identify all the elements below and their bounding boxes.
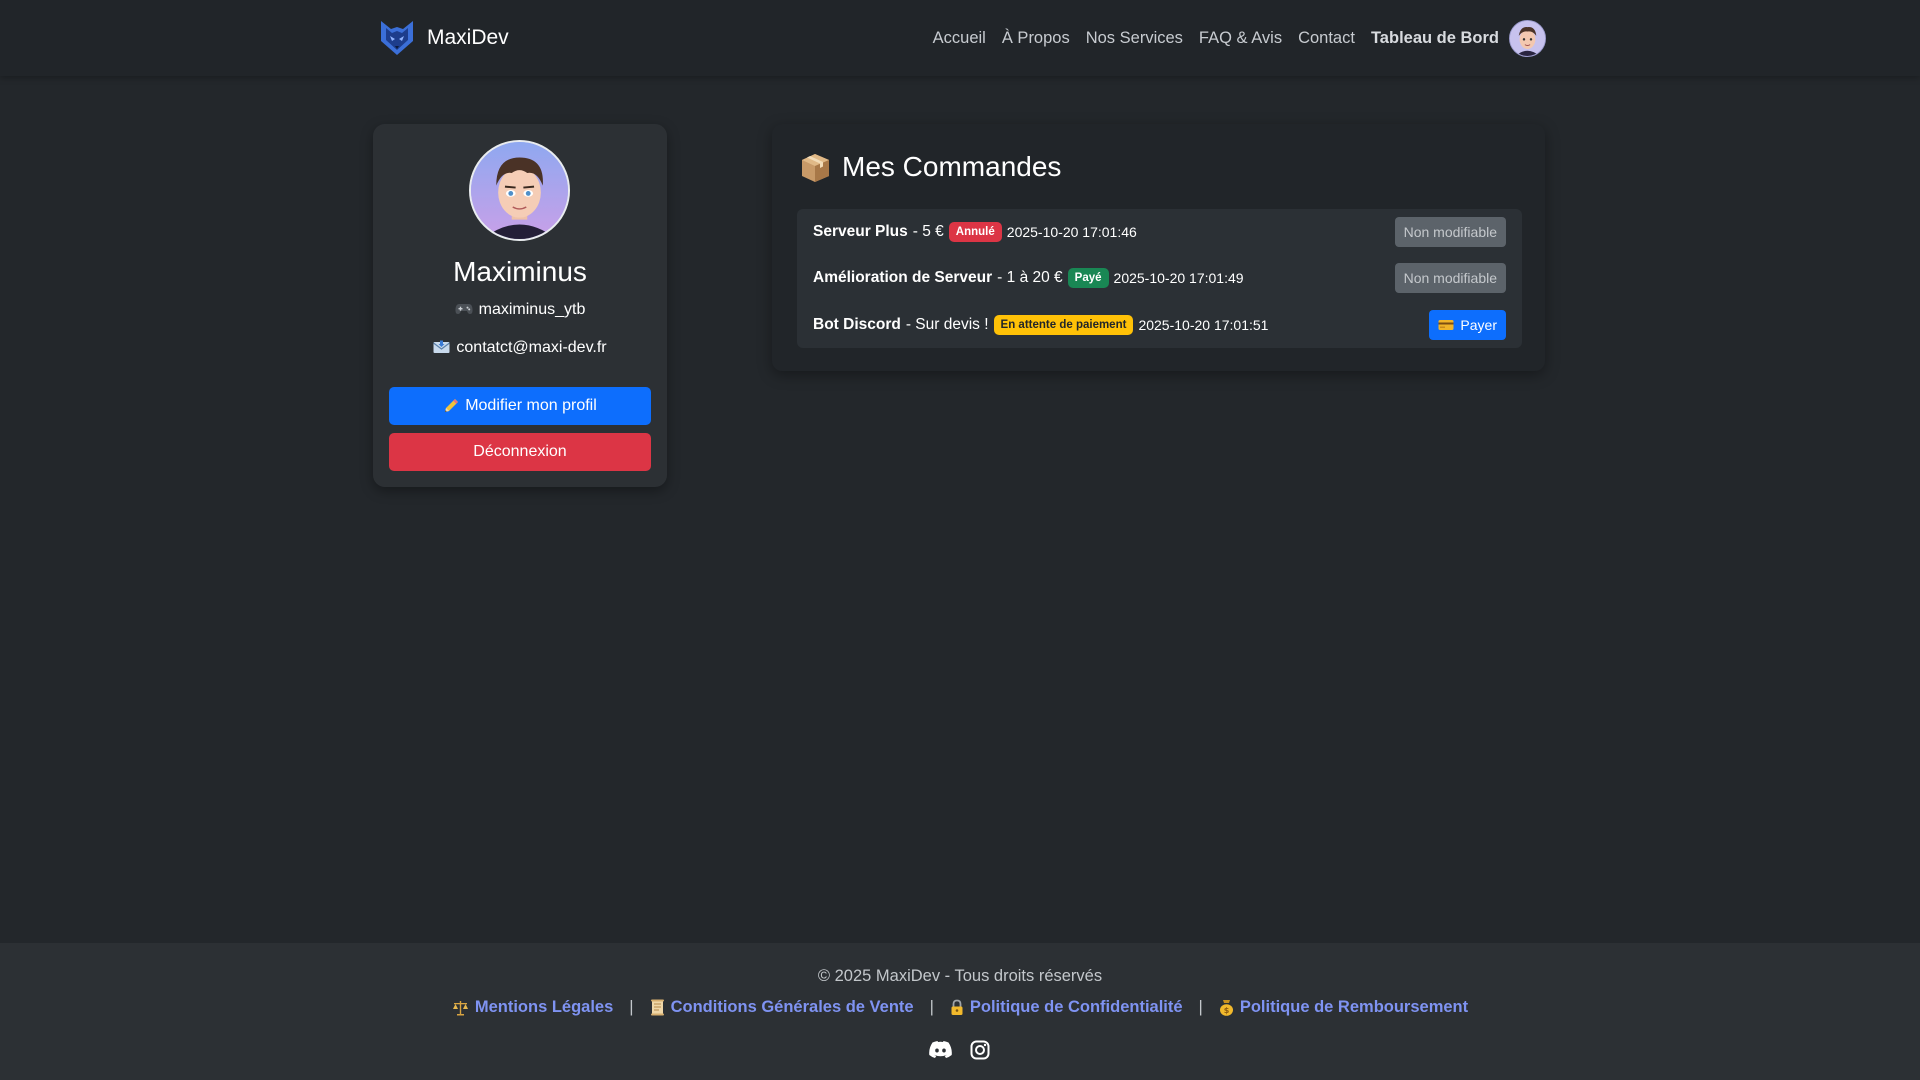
footer-separator: | <box>929 998 934 1016</box>
footer-link-label: Conditions Générales de Vente <box>670 998 914 1016</box>
edit-profile-button[interactable]: Modifier mon profil <box>389 387 651 425</box>
user-avatar-icon <box>1510 20 1545 56</box>
gamepad-icon <box>455 304 473 314</box>
discord-icon[interactable] <box>928 1038 952 1062</box>
status-badge: Payé <box>1067 268 1109 288</box>
profile-avatar <box>469 140 570 241</box>
order-price: - 1 à 20 € <box>997 269 1063 286</box>
nav-link-services[interactable]: Nos Services <box>1086 29 1183 48</box>
status-badge: En attente de paiement <box>993 315 1134 335</box>
nav-link-dashboard[interactable]: Tableau de Bord <box>1371 29 1499 48</box>
profile-card: Maximinus maximinus_ytb contatct@maxi-de… <box>373 124 667 487</box>
footer-link-label: Politique de Confidentialité <box>969 998 1183 1016</box>
user-avatar-icon <box>471 142 568 239</box>
pay-label: Payer <box>1460 317 1497 333</box>
nav-link-contact[interactable]: Contact <box>1298 29 1355 48</box>
pencil-icon <box>445 399 459 412</box>
order-info: Amélioration de Serveur - 1 à 20 € Payé … <box>813 268 1244 288</box>
footer-link-cgv[interactable]: Conditions Générales de Vente <box>650 998 914 1017</box>
scroll-icon <box>650 999 664 1016</box>
order-name: Bot Discord <box>813 316 901 333</box>
lock-icon <box>951 999 963 1015</box>
profile-discord: maximinus_ytb <box>373 301 667 319</box>
order-row: Bot Discord - Sur devis ! En attente de … <box>797 302 1522 348</box>
profile-name: Maximinus <box>453 256 587 287</box>
edit-profile-label: Modifier mon profil <box>465 397 597 414</box>
navbar: MaxiDev Accueil À Propos Nos Services FA… <box>0 0 1920 76</box>
brand-name: MaxiDev <box>427 26 509 49</box>
profile-email: contatct@maxi-dev.fr <box>373 339 667 357</box>
footer-links: Mentions Légales | Conditions Générales … <box>0 998 1920 1017</box>
orders-header: Mes Commandes <box>799 149 1061 185</box>
orders-card: Mes Commandes Serveur Plus - 5 € Annulé … <box>772 124 1545 371</box>
order-date: 2025-10-20 17:01:49 <box>1113 270 1244 286</box>
order-info: Serveur Plus - 5 € Annulé 2025-10-20 17:… <box>813 222 1137 242</box>
nav-link-a-propos[interactable]: À Propos <box>1002 29 1070 48</box>
fox-logo-icon <box>381 21 413 55</box>
package-icon <box>802 153 829 182</box>
order-name: Amélioration de Serveur <box>813 269 993 286</box>
logout-button[interactable]: Déconnexion <box>389 433 651 471</box>
order-price: - Sur devis ! <box>905 316 989 333</box>
orders-list: Serveur Plus - 5 € Annulé 2025-10-20 17:… <box>797 209 1522 348</box>
nav-link-accueil[interactable]: Accueil <box>933 29 986 48</box>
not-editable-button: Non modifiable <box>1394 217 1506 247</box>
discord-username: maximinus_ytb <box>478 301 586 318</box>
money-bag-icon: $ <box>1219 1000 1233 1016</box>
scales-icon <box>452 1000 468 1015</box>
footer-link-confidentialite[interactable]: Politique de Confidentialité <box>950 998 1183 1017</box>
order-name: Serveur Plus <box>813 223 908 240</box>
nav-link-faq[interactable]: FAQ & Avis <box>1199 29 1282 48</box>
email-address: contatct@maxi-dev.fr <box>456 339 607 356</box>
status-badge: Annulé <box>948 222 1002 242</box>
footer-link-label: Politique de Remboursement <box>1239 998 1469 1016</box>
copyright: © 2025 MaxiDev - Tous droits réservés <box>817 967 1103 985</box>
footer-link-mentions-legales[interactable]: Mentions Légales <box>452 998 613 1017</box>
order-info: Bot Discord - Sur devis ! En attente de … <box>813 315 1268 335</box>
logout-label: Déconnexion <box>473 443 567 460</box>
order-price: - 5 € <box>912 223 944 240</box>
svg-text:$: $ <box>1224 1006 1230 1015</box>
envelope-icon <box>433 340 451 353</box>
order-row: Serveur Plus - 5 € Annulé 2025-10-20 17:… <box>797 209 1522 255</box>
not-editable-button: Non modifiable <box>1394 263 1506 293</box>
footer-separator: | <box>629 998 634 1016</box>
order-date: 2025-10-20 17:01:51 <box>1138 317 1269 333</box>
orders-title: Mes Commandes <box>842 151 1062 182</box>
nav-avatar[interactable] <box>1509 19 1546 57</box>
brand[interactable]: MaxiDev <box>379 18 509 58</box>
footer-link-label: Mentions Légales <box>474 998 614 1016</box>
footer-link-remboursement[interactable]: $ Politique de Remboursement <box>1219 998 1468 1017</box>
footer: © 2025 MaxiDev - Tous droits réservés Me… <box>0 943 1920 1080</box>
credit-card-icon <box>1438 320 1454 330</box>
instagram-icon[interactable] <box>968 1038 992 1062</box>
pay-button[interactable]: Payer <box>1429 310 1506 340</box>
order-date: 2025-10-20 17:01:46 <box>1006 224 1137 240</box>
nav-links: Accueil À Propos Nos Services FAQ & Avis… <box>917 18 1546 58</box>
order-row: Amélioration de Serveur - 1 à 20 € Payé … <box>797 255 1522 301</box>
social-links <box>0 1038 1920 1062</box>
footer-separator: | <box>1198 998 1203 1016</box>
